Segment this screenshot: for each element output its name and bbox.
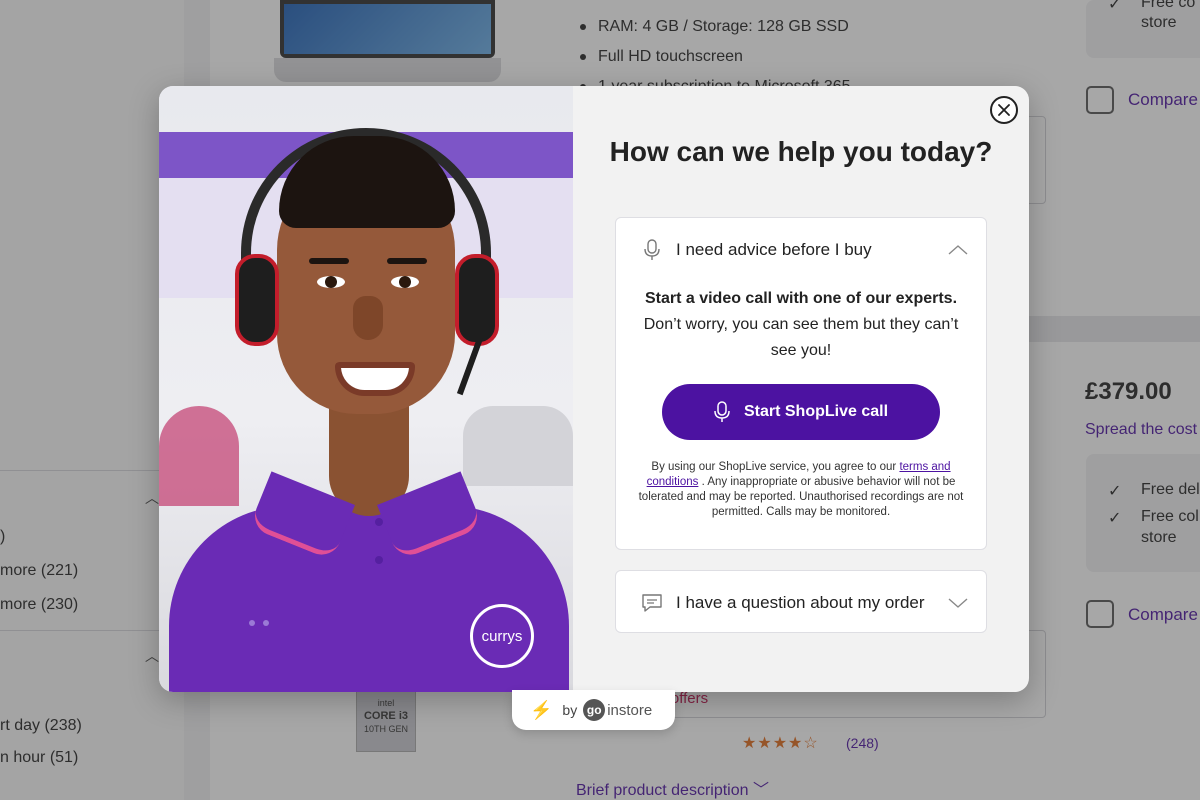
- currys-logo: currys: [470, 604, 534, 668]
- modal-title: How can we help you today?: [609, 136, 993, 167]
- terms-notice: By using our ShopLive service, you agree…: [636, 460, 966, 520]
- help-modal: currys How can we help you today? I need…: [159, 86, 1029, 692]
- lightning-icon: ⚡: [530, 699, 553, 720]
- order-accordion-header[interactable]: I have a question about my order: [616, 571, 986, 634]
- microphone-icon: [714, 401, 730, 423]
- close-button[interactable]: [990, 96, 1018, 124]
- advice-lead-text: Start a video call with one of our exper…: [644, 290, 958, 307]
- close-icon: [998, 104, 1010, 116]
- advice-accordion-header[interactable]: I need advice before I buy: [616, 218, 986, 281]
- terms-prefix: By using our ShopLive service, you agree…: [651, 461, 900, 473]
- goinstore-attribution: ⚡ by go instore: [512, 690, 675, 730]
- attribution-by: by: [562, 702, 578, 718]
- advice-accordion: I need advice before I buy Start a video…: [615, 217, 987, 550]
- chat-bubble-icon: [640, 591, 664, 615]
- chevron-up-icon: [948, 245, 968, 255]
- advice-description: Don’t worry, you can see them but they c…: [643, 316, 959, 359]
- advice-accordion-body: Start a video call with one of our exper…: [630, 286, 972, 364]
- order-accordion-label: I have a question about my order: [676, 592, 925, 612]
- start-shoplive-call-label: Start ShopLive call: [743, 403, 889, 420]
- microphone-icon: [640, 238, 664, 262]
- goinstore-logo: go: [583, 699, 606, 721]
- start-shoplive-call-button[interactable]: Start ShopLive call: [662, 384, 940, 440]
- help-panel: How can we help you today? I need advice…: [573, 86, 1029, 692]
- chevron-down-icon: [948, 598, 968, 608]
- order-accordion[interactable]: I have a question about my order: [615, 570, 987, 633]
- goinstore-brand: instore: [607, 701, 653, 719]
- assistant-photo: currys: [159, 86, 573, 692]
- advice-accordion-label: I need advice before I buy: [676, 239, 872, 259]
